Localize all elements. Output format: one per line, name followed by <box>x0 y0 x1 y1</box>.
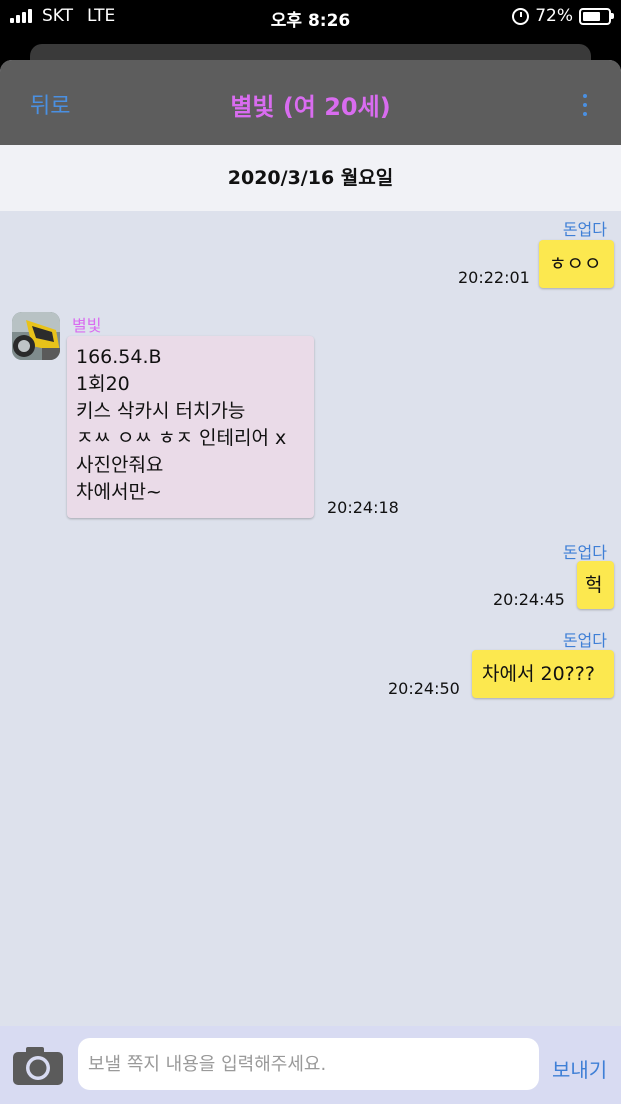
message-line: 키스 삭카시 터치가능 <box>76 400 246 422</box>
chat-sheet: 뒤로 별빛 (여 20세) 2020/3/16 월요일 돈업다 ㅎㅇㅇ 20:2… <box>0 60 621 1104</box>
message-timestamp: 20:24:18 <box>327 498 399 517</box>
message-line: 166.54.B <box>76 346 162 368</box>
vertical-ellipsis-icon[interactable] <box>579 94 591 116</box>
message-bubble[interactable]: ㅎㅇㅇ <box>539 240 614 288</box>
message-line: ㅈㅆ ㅇㅆ ㅎㅈ 인테리어 x <box>76 427 287 449</box>
status-bar: SKT LTE 오후 8:26 72% <box>0 0 621 34</box>
message-timestamp: 20:24:50 <box>388 679 460 698</box>
camera-icon[interactable] <box>12 1046 64 1086</box>
page-title: 별빛 (여 20세) <box>230 93 391 121</box>
battery-fill <box>583 11 600 21</box>
profile-photo-icon <box>12 312 60 360</box>
sender-name: 돈업다 <box>562 220 607 239</box>
sender-name: 별빛 <box>72 316 102 335</box>
sender-name: 돈업다 <box>562 631 607 650</box>
sender-name: 돈업다 <box>562 543 607 562</box>
message-timestamp: 20:24:45 <box>493 590 565 609</box>
message-line: 사진안줘요 <box>76 454 164 476</box>
date-divider: 2020/3/16 월요일 <box>0 145 621 211</box>
avatar[interactable] <box>12 312 60 360</box>
message-compose-bar: 보내기 <box>0 1026 621 1104</box>
message-line: 차에서만~ <box>76 481 162 503</box>
message-bubble[interactable]: 차에서 20??? <box>472 650 614 698</box>
send-button[interactable]: 보내기 <box>552 1054 607 1083</box>
battery-icon <box>579 7 614 25</box>
alarm-icon <box>512 7 530 25</box>
message-bubble[interactable]: 헉 <box>577 561 614 609</box>
message-input[interactable] <box>78 1038 539 1090</box>
nav-bar: 뒤로 별빛 (여 20세) <box>0 60 621 145</box>
message-timestamp: 20:22:01 <box>458 268 530 287</box>
message-line: 1회20 <box>76 373 130 395</box>
message-bubble[interactable]: 166.54.B 1회20 키스 삭카시 터치가능 ㅈㅆ ㅇㅆ ㅎㅈ 인테리어 … <box>67 336 314 518</box>
battery-percent: 72% <box>535 6 573 26</box>
status-right: 72% <box>512 6 614 26</box>
